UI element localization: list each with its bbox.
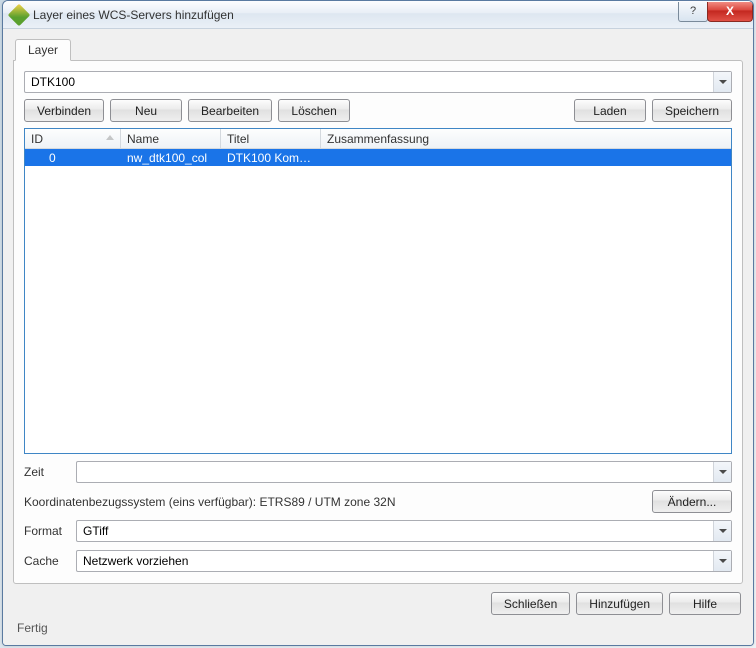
col-header-id-label: ID <box>31 132 43 146</box>
app-icon <box>8 3 31 26</box>
tab-layer-content: DTK100 Verbinden Neu Bearbeiten Löschen … <box>13 60 743 584</box>
dialog-window: Layer eines WCS-Servers hinzufügen ? X L… <box>2 0 754 646</box>
chevron-down-icon <box>713 521 731 541</box>
zeit-select[interactable] <box>76 461 732 483</box>
tab-layer[interactable]: Layer <box>15 39 71 61</box>
col-header-titel[interactable]: Titel <box>221 129 321 148</box>
server-select[interactable]: DTK100 <box>24 71 732 93</box>
titlebar[interactable]: Layer eines WCS-Servers hinzufügen ? X <box>3 1 753 29</box>
sort-asc-icon <box>106 135 114 140</box>
bearbeiten-button[interactable]: Bearbeiten <box>188 99 272 122</box>
table-header: ID Name Titel Zusammenfassung <box>25 129 731 149</box>
titlebar-close-button[interactable]: X <box>707 2 753 22</box>
layer-table[interactable]: ID Name Titel Zusammenfassung 0 nw_dtk10… <box>24 128 732 454</box>
laden-button[interactable]: Laden <box>574 99 646 122</box>
format-label: Format <box>24 524 68 538</box>
loeschen-button[interactable]: Löschen <box>278 99 350 122</box>
cache-value: Netzwerk vorziehen <box>83 554 713 568</box>
schliessen-button[interactable]: Schließen <box>491 592 570 615</box>
aendern-button[interactable]: Ändern... <box>652 490 732 513</box>
titlebar-help-button[interactable]: ? <box>678 2 708 22</box>
server-select-value: DTK100 <box>31 75 713 89</box>
hinzufuegen-button[interactable]: Hinzufügen <box>576 592 663 615</box>
format-value: GTiff <box>83 524 713 538</box>
window-title: Layer eines WCS-Servers hinzufügen <box>33 8 234 22</box>
col-header-id[interactable]: ID <box>25 129 121 148</box>
speichern-button[interactable]: Speichern <box>652 99 732 122</box>
cell-titel: DTK100 Kombinat... <box>221 151 321 165</box>
cache-label: Cache <box>24 554 68 568</box>
format-select[interactable]: GTiff <box>76 520 732 542</box>
col-header-name[interactable]: Name <box>121 129 221 148</box>
cell-name: nw_dtk100_col <box>121 151 221 165</box>
col-header-zusammenfassung[interactable]: Zusammenfassung <box>321 129 731 148</box>
crs-text: Koordinatenbezugssystem (eins verfügbar)… <box>24 495 646 509</box>
table-row[interactable]: 0 nw_dtk100_col DTK100 Kombinat... <box>25 149 731 166</box>
hilfe-button[interactable]: Hilfe <box>669 592 741 615</box>
chevron-down-icon <box>713 551 731 571</box>
verbinden-button[interactable]: Verbinden <box>24 99 104 122</box>
cell-id: 0 <box>25 151 121 165</box>
status-text: Fertig <box>13 619 743 641</box>
cache-select[interactable]: Netzwerk vorziehen <box>76 550 732 572</box>
chevron-down-icon <box>713 72 731 92</box>
chevron-down-icon <box>713 462 731 482</box>
zeit-label: Zeit <box>24 465 68 479</box>
neu-button[interactable]: Neu <box>110 99 182 122</box>
